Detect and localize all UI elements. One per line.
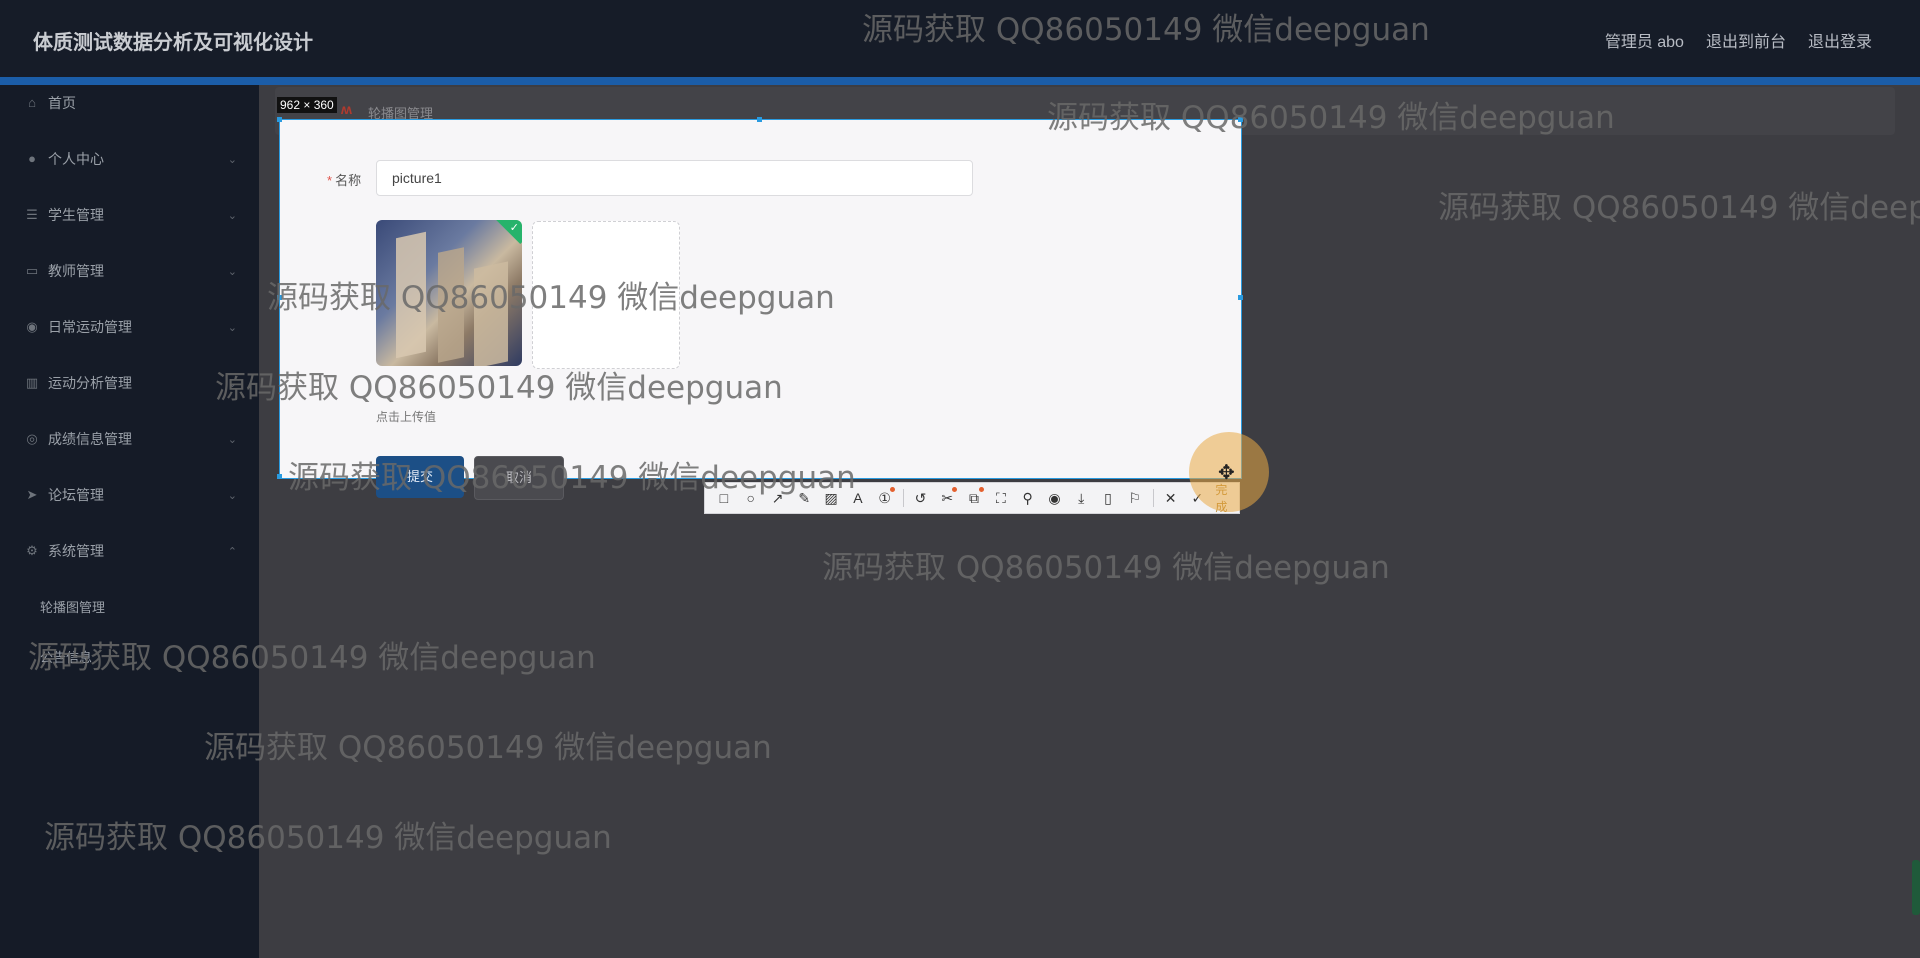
ocr-icon[interactable]: ⛶ [990,487,1012,509]
pin-icon[interactable]: ⚲ [1017,487,1039,509]
logout-link[interactable]: 退出登录 [1808,28,1872,52]
translate-icon[interactable]: ⧉ [963,487,985,509]
watermark: 源码获取 QQ86050149 微信deepguan [204,730,772,766]
watermark: 源码获取 QQ86050149 微信deepguan [1438,190,1920,226]
sidebar-item-label: 运动分析管理 [48,375,132,391]
chevron-down-icon: ⌄ [227,209,237,222]
watermark: 源码获取 QQ86050149 微信deepguan [215,370,783,406]
resize-handle[interactable] [277,474,282,479]
chevron-down-icon: ⌄ [227,321,237,334]
sidebar-item-label: 成绩信息管理 [48,431,132,447]
watermark: 源码获取 QQ86050149 微信deepguan [1047,100,1615,136]
resize-handle[interactable] [757,117,762,122]
watermark: 源码获取 QQ86050149 微信deepguan [862,12,1430,48]
location-icon: ◉ [26,319,38,334]
sidebar-item-system[interactable]: ⚙ 系统管理 ⌃ [0,533,259,569]
upload-hint: 点击上传值 [376,410,437,424]
chart-icon: ▥ [25,375,39,390]
app-title: 体质测试数据分析及可视化设计 [33,32,313,54]
header-accent-bar [0,77,1920,85]
sidebar-item-teachers[interactable]: ▭ 教师管理 ⌄ [0,253,259,289]
sidebar-item-label: 系统管理 [48,543,104,559]
watermark: 源码获取 QQ86050149 微信deepguan [44,820,612,856]
resize-handle[interactable] [1238,295,1243,300]
watermark: 源码获取 QQ86050149 微信deepguan [288,460,856,496]
sidebar-item-profile[interactable]: ● 个人中心 ⌄ [0,141,259,177]
exit-to-front-link[interactable]: 退出到前台 [1706,28,1786,52]
download-icon[interactable]: ⤓ [1070,487,1092,509]
sidebar-item-scores[interactable]: ◎ 成绩信息管理 ⌄ [0,421,259,457]
compass-icon: ◎ [26,431,38,446]
sidebar-item-label: 首页 [48,95,76,111]
scissors-icon[interactable]: ✂ [936,487,958,509]
sidebar-item-label: 论坛管理 [48,487,104,503]
number-tool-icon[interactable]: ① [874,487,896,509]
move-cursor-icon: ✥ [1218,462,1235,484]
watermark: 源码获取 QQ86050149 微信deepguan [267,280,835,316]
admin-user-link[interactable]: 管理员 abo [1605,28,1684,52]
chevron-down-icon: ⌄ [227,265,237,278]
home-icon: ⌂ [28,95,36,110]
chevron-down-icon: ⌄ [227,433,237,446]
selection-size-label: 962 × 360 [277,97,337,113]
sidebar-item-students[interactable]: ☰ 学生管理 ⌄ [0,197,259,233]
sidebar-item-home[interactable]: ⌂ 首页 [0,85,259,121]
monitor-icon: ▭ [25,263,39,278]
list-icon: ☰ [26,207,38,222]
user-icon: ● [28,151,36,166]
gear-icon: ⚙ [26,543,38,558]
header-links: 管理员 abo 退出到前台 退出登录 [1605,28,1872,52]
scrollbar-thumb[interactable] [1912,860,1920,915]
sidebar-item-label: 个人中心 [48,151,104,167]
chevron-down-icon: ⌄ [227,489,237,502]
sidebar-item-forum[interactable]: ➤ 论坛管理 ⌄ [0,477,259,513]
chevron-down-icon: ⌄ [227,153,237,166]
resize-handle[interactable] [277,117,282,122]
name-input[interactable]: picture1 [376,160,973,196]
undo-icon[interactable]: ↺ [910,487,932,509]
record-icon[interactable]: ◉ [1044,487,1066,509]
name-label: * 名称 [327,173,362,188]
watermark: 源码获取 QQ86050149 微信deepguan [822,550,1390,586]
sidebar-item-label: 日常运动管理 [48,319,132,335]
sidebar-item-label: 学生管理 [48,207,104,223]
watermark: 源码获取 QQ86050149 微信deepguan [28,640,596,676]
breadcrumb-icon: ʍ [341,101,352,117]
phone-icon[interactable]: ▯ [1097,487,1119,509]
sidebar-item-daily-exercise[interactable]: ◉ 日常运动管理 ⌄ [0,309,259,345]
sidebar-subitem-carousel[interactable]: 轮播图管理 [40,597,105,616]
close-icon[interactable]: ✕ [1160,487,1182,509]
chevron-up-icon: ⌃ [227,545,237,558]
check-icon: ✓ [509,222,519,234]
bookmark-icon[interactable]: ⚐ [1124,487,1146,509]
send-icon: ➤ [26,487,38,502]
sidebar-item-label: 教师管理 [48,263,104,279]
